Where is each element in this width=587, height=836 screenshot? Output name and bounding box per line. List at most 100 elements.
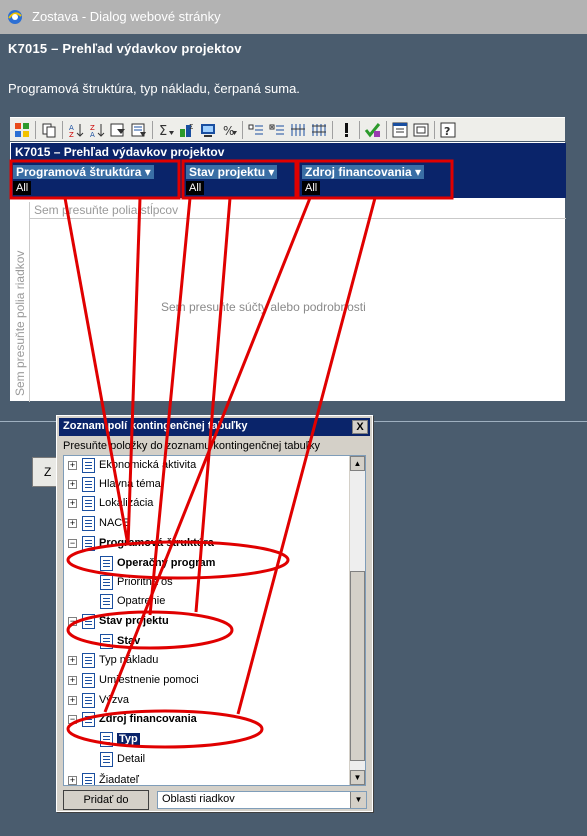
column-drop-zone[interactable]: Sem presuňte polia stĺpcov [30, 202, 566, 219]
filter-value: All [13, 181, 32, 195]
tree-item-label: Hlavná téma [99, 478, 161, 490]
close-icon[interactable]: X [352, 420, 368, 434]
filter-programova-struktura[interactable]: Programová štruktúra ▾ All [13, 165, 178, 195]
filter-name[interactable]: Stav projektu ▾ [186, 165, 278, 179]
sort-descending-icon[interactable]: ZA [88, 121, 106, 139]
hide-details-icon[interactable] [289, 121, 307, 139]
export-excel-icon[interactable] [364, 121, 382, 139]
filter-name[interactable]: Zdroj financovania ▾ [302, 165, 425, 179]
row-drop-label: Sem presuňte polia riadkov [13, 250, 27, 396]
tree-item-label: Lokalizácia [99, 497, 154, 509]
pivot-table: K7015 – Prehľad výdavkov projektov Progr… [10, 142, 566, 402]
field-icon [82, 712, 95, 727]
tree-item-label: Typ [117, 733, 140, 745]
toolbar-separator [434, 121, 435, 139]
field-icon [82, 673, 95, 688]
toolbar-separator [386, 121, 387, 139]
row-drop-zone[interactable]: Sem presuňte polia riadkov [11, 202, 30, 402]
filter-stav-projektu[interactable]: Stav projektu ▾ All [186, 165, 298, 195]
expand-icon[interactable] [268, 121, 286, 139]
field-icon [100, 594, 113, 609]
show-as-icon[interactable]: % [220, 121, 238, 139]
tree-item-label: Stav projektu [99, 615, 169, 627]
report-subtitle: Programová štruktúra, typ nákladu, čerpa… [8, 81, 300, 96]
collapse-icon[interactable]: − [68, 539, 77, 548]
field-icon [82, 614, 95, 629]
tree-item-label: Operačný program [117, 557, 216, 569]
filter-area: Programová štruktúra ▾ All Stav projektu… [11, 162, 566, 198]
svg-text:Σ: Σ [189, 123, 193, 131]
filter-value: All [186, 181, 205, 195]
tree-item-label: Ekonomická aktivita [99, 459, 197, 471]
toolbar-separator [242, 121, 243, 139]
report-title: K7015 – Prehľad výdavkov projektov [8, 41, 242, 56]
internet-explorer-icon [8, 10, 22, 24]
help-icon[interactable]: ? [439, 121, 457, 139]
field-icon [100, 575, 113, 590]
svg-text:?: ? [444, 125, 450, 138]
expand-icon[interactable]: + [68, 776, 77, 785]
autocalc-icon[interactable]: Σ [157, 121, 175, 139]
tree-item-label: Výzva [99, 694, 129, 706]
toolbar-separator [62, 121, 63, 139]
tree-item-label: Stav [117, 635, 141, 647]
field-icon [82, 653, 95, 668]
sort-ascending-icon[interactable]: AZ [67, 121, 85, 139]
expand-icon[interactable]: + [68, 656, 77, 665]
tree-item-label: Zdroj financovania [99, 713, 197, 725]
properties-icon[interactable] [412, 121, 430, 139]
expand-icon[interactable]: + [68, 461, 77, 470]
subtotal-icon[interactable]: Σ [178, 121, 196, 139]
scroll-up-icon[interactable]: ▲ [350, 456, 365, 471]
tree-item-label: Opatrenie [117, 595, 166, 607]
tree-item-label: Prioritná os [117, 576, 173, 588]
field-icon [82, 693, 95, 708]
expand-icon[interactable]: + [68, 499, 77, 508]
chevron-down-icon[interactable]: ▼ [350, 792, 366, 808]
pivot-title: K7015 – Prehľad výdavkov projektov [11, 143, 566, 162]
data-drop-zone[interactable]: Sem presuňte súčty alebo podrobnosti [161, 300, 366, 314]
tree-item-label: Programová štruktúra [99, 537, 214, 549]
tree-item-label: Detail [117, 753, 146, 765]
expand-icon[interactable]: + [68, 696, 77, 705]
field-icon [82, 516, 95, 531]
scroll-down-icon[interactable]: ▼ [350, 770, 365, 785]
scroll-thumb[interactable] [350, 571, 365, 761]
calculated-totals-icon[interactable] [199, 121, 217, 139]
copy-icon[interactable] [40, 121, 58, 139]
office-logo-icon[interactable] [13, 121, 31, 139]
collapse-icon[interactable]: − [68, 715, 77, 724]
area-select[interactable]: Oblasti riadkov ▼ [157, 791, 367, 809]
svg-text:A: A [90, 131, 95, 139]
field-icon [82, 773, 95, 785]
field-icon [82, 477, 95, 492]
toolbar-separator [152, 121, 153, 139]
filter-zdroj-financovania[interactable]: Zdroj financovania ▾ All [302, 165, 452, 195]
collapse-icon[interactable] [247, 121, 265, 139]
field-icon [82, 496, 95, 511]
pivot-toolbar: AZ ZA Σ Σ % ? [10, 117, 565, 141]
expand-icon[interactable]: + [68, 480, 77, 489]
add-to-button[interactable]: Pridať do [63, 790, 149, 810]
autofilter-icon[interactable] [109, 121, 127, 139]
expand-icon[interactable]: + [68, 676, 77, 685]
expand-icon[interactable]: + [68, 519, 77, 528]
refresh-icon[interactable] [337, 121, 355, 139]
show-top-icon[interactable] [130, 121, 148, 139]
toolbar-separator [35, 121, 36, 139]
show-details-icon[interactable] [310, 121, 328, 139]
collapse-icon[interactable]: − [68, 617, 77, 626]
filter-value: All [302, 181, 321, 195]
field-icon [100, 634, 113, 649]
toolbar-separator [332, 121, 333, 139]
window-title: Zostava - Dialog webové stránky [32, 9, 221, 24]
field-tree[interactable]: + Ekonomická aktivita + Hlavná téma + Lo… [63, 455, 366, 786]
field-icon [82, 536, 95, 551]
svg-text:Z: Z [69, 131, 74, 139]
field-list-icon[interactable] [391, 121, 409, 139]
filter-name[interactable]: Programová štruktúra ▾ [13, 165, 154, 179]
tree-item-label: Umiestnenie pomoci [99, 674, 199, 686]
report-header: K7015 – Prehľad výdavkov projektov Progr… [0, 34, 587, 111]
tree-scrollbar[interactable]: ▲ ▼ [349, 456, 365, 785]
svg-text:Σ: Σ [159, 124, 167, 139]
